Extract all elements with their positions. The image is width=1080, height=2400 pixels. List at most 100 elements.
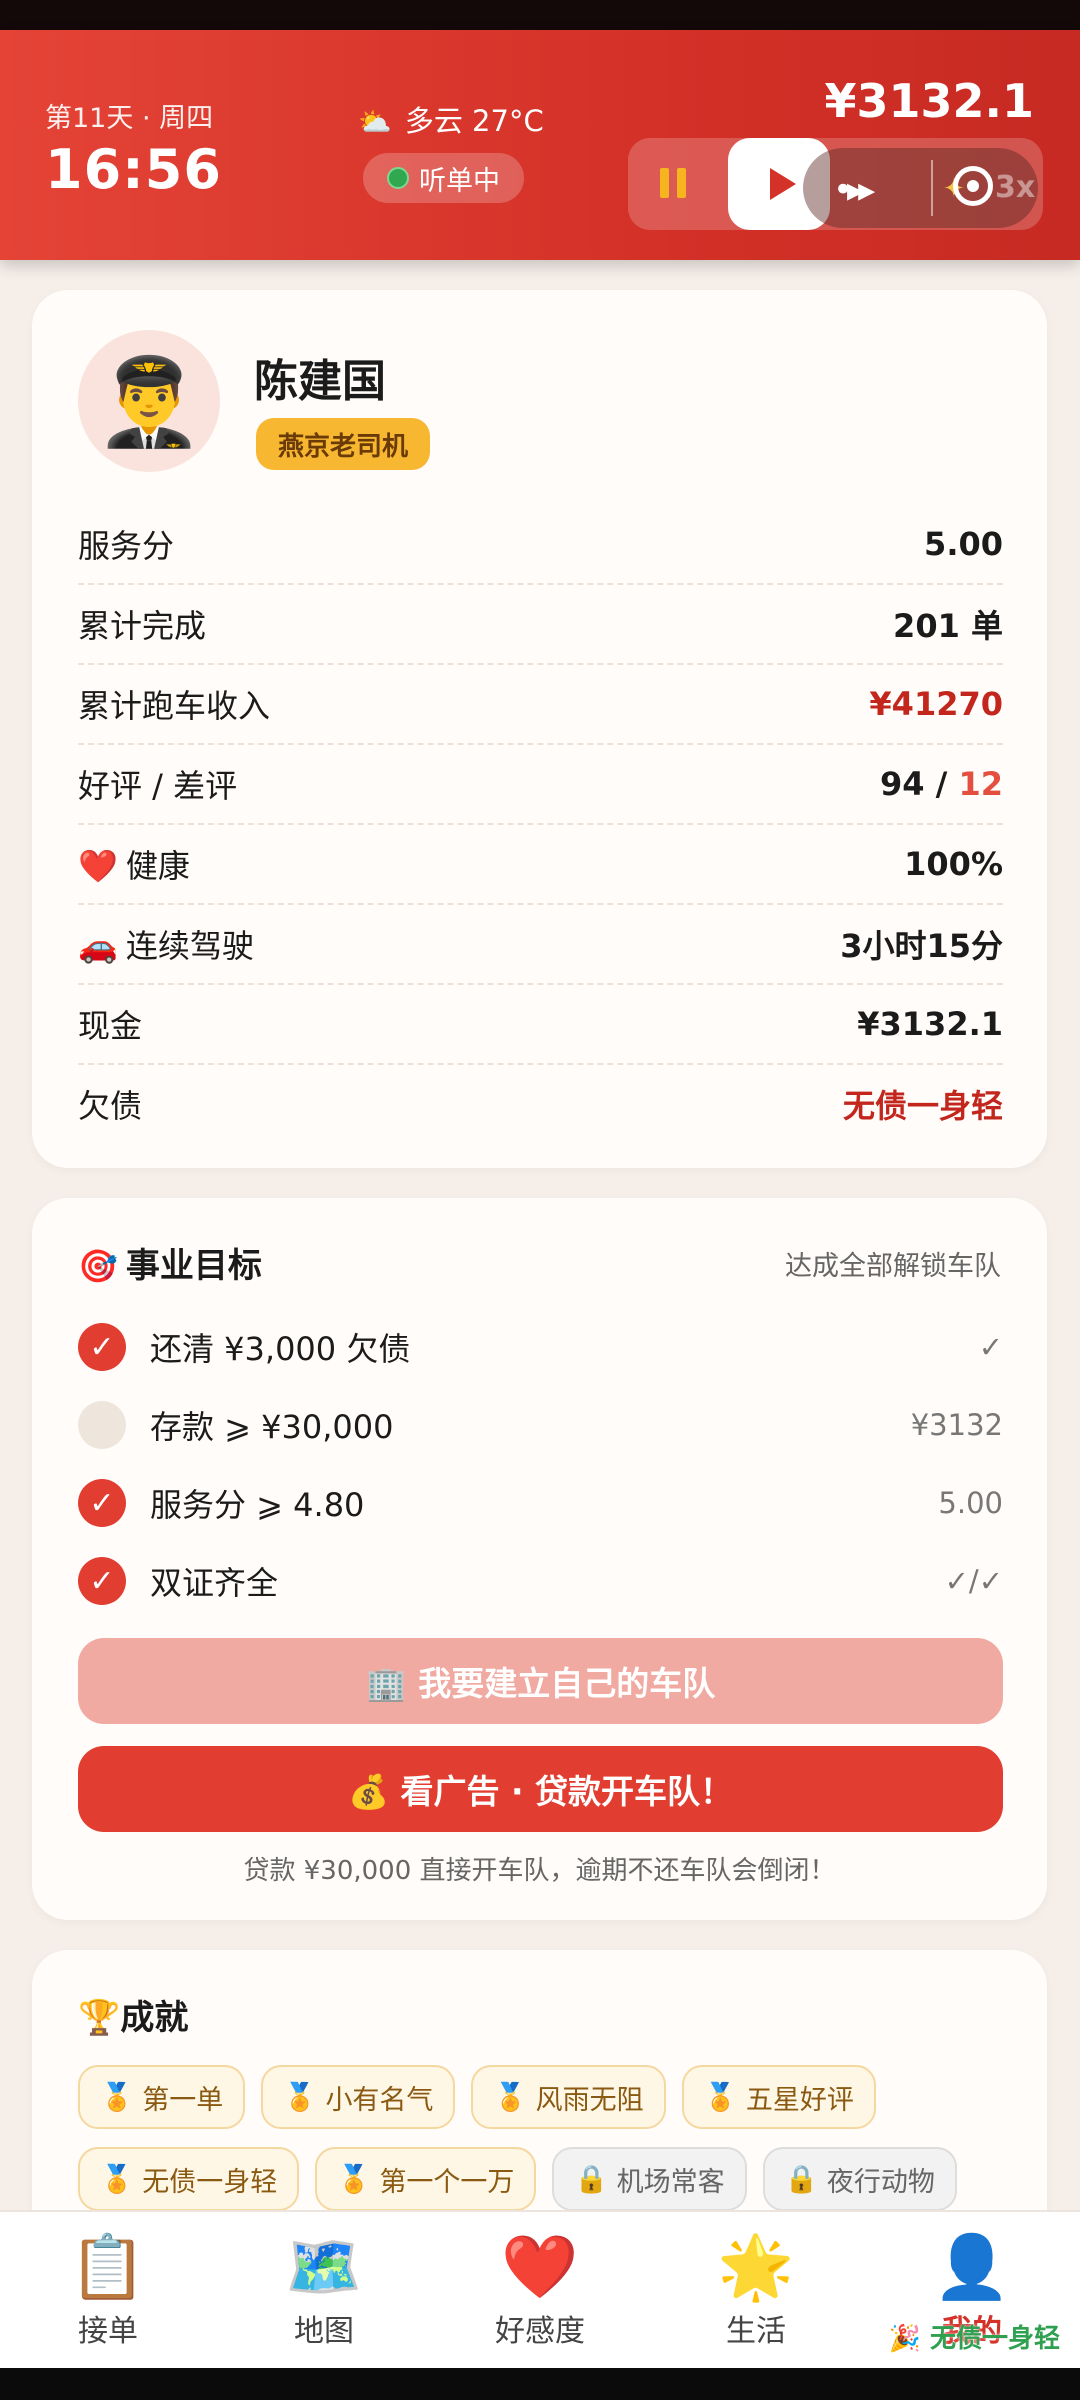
goal-item: ✓ 服务分 ⩾ 4.80 5.00 — [78, 1464, 1003, 1542]
medal-icon: 🏅 — [337, 2164, 371, 2195]
goal-item: 存款 ⩾ ¥30,000 ¥3132 — [78, 1386, 1003, 1464]
weather-icon: ⛅ — [358, 107, 392, 138]
medal-icon: 🏅 — [493, 2082, 528, 2113]
goal-label: 存款 ⩾ ¥30,000 — [150, 1408, 394, 1446]
badge[interactable]: 🏅 风雨无阻 — [471, 2065, 666, 2129]
goals-hint: 达成全部解锁车队 — [785, 1251, 1001, 1282]
play-icon — [770, 168, 796, 200]
tab-label: 生活 — [726, 2314, 786, 2349]
pause-button[interactable] — [650, 160, 696, 206]
weather: ⛅ 多云 27°C — [358, 98, 544, 140]
badge-locked[interactable]: 🔒 机场常客 — [552, 2147, 747, 2211]
map-icon: 🗺️ — [285, 2230, 363, 2303]
tab-affinity[interactable]: ❤️ 好感度 — [432, 2212, 648, 2370]
badge[interactable]: 🏅 小有名气 — [261, 2065, 456, 2129]
goal-value: ✓ — [978, 1330, 1003, 1364]
day-label: 第11天 · 周四 — [45, 103, 214, 134]
pause-icon — [660, 168, 669, 198]
stat-label: 欠债 — [78, 1087, 143, 1125]
stat-service-score: 服务分 5.00 — [78, 505, 1003, 585]
career-goals-card: 🎯 事业目标 达成全部解锁车队 ✓ 还清 ¥3,000 欠债 ✓ 存款 ⩾ ¥30… — [32, 1198, 1047, 1920]
stat-cash: 现金 ¥3132.1 — [78, 985, 1003, 1065]
stat-label: 连续驾驶 — [125, 927, 254, 965]
trophy-icon: 🏆 — [78, 1998, 121, 2038]
cash-display: ¥3132.1 — [824, 74, 1034, 128]
weather-label: 多云 27°C — [404, 104, 544, 138]
stat-label: 健康 — [125, 847, 190, 885]
badge[interactable]: 🏅 第一个一万 — [315, 2147, 537, 2211]
stat-label: 现金 — [78, 1007, 143, 1045]
fast-forward-icon: •▸▸ — [833, 170, 875, 210]
heart-icon: ❤️ — [501, 2230, 579, 2303]
badge[interactable]: 🏅 无债一身轻 — [78, 2147, 300, 2211]
stat-health: ❤️ 健康 100% — [78, 825, 1003, 905]
target-icon: 🎯 — [78, 1247, 118, 1285]
goal-value: 5.00 — [938, 1486, 1003, 1520]
goal-label: 双证齐全 — [150, 1564, 279, 1602]
loan-fleet-button[interactable]: 💰 看广告 · 贷款开车队！ — [78, 1746, 1003, 1832]
goals-list: ✓ 还清 ¥3,000 欠债 ✓ 存款 ⩾ ¥30,000 ¥3132 ✓ 服务… — [78, 1308, 1003, 1620]
lock-icon: 🔒 — [574, 2164, 609, 2195]
medal-icon: 🏅 — [283, 2082, 317, 2113]
loan-note: 贷款 ¥30,000 直接开车队，逾期不还车队会倒闭！ — [243, 1856, 836, 1886]
top-header: 第11天 · 周四 16:56 ⛅ 多云 27°C 听单中 ¥3132.1 •▸… — [0, 30, 1080, 260]
unchecked-icon — [78, 1401, 126, 1449]
stat-label: 累计完成 — [78, 607, 207, 645]
star-icon: 🌟 — [717, 2230, 795, 2303]
achievement-toast: 🎉 无债一身轻 — [888, 2324, 1060, 2354]
stat-label: 好评 / 差评 — [78, 767, 238, 805]
avatar: 👨‍✈️ — [78, 330, 220, 472]
badge-locked[interactable]: 🔒 夜行动物 — [762, 2147, 957, 2211]
profile-card: 👨‍✈️ 陈建国 燕京老司机 服务分 5.00 累计完成 201 单 累计跑车收… — [32, 290, 1047, 1168]
stat-reviews: 好评 / 差评 94 / 12 — [78, 745, 1003, 825]
clipboard-icon: 📋 — [69, 2230, 147, 2303]
badge[interactable]: 🏅 五星好评 — [681, 2065, 876, 2129]
stat-debt: 欠债 无债一身轻 — [78, 1065, 1003, 1143]
goal-label: 服务分 ⩾ 4.80 — [150, 1486, 365, 1524]
green-dot-icon — [387, 167, 409, 189]
build-fleet-button[interactable]: 🏢 我要建立自己的车队 — [78, 1638, 1003, 1724]
stat-total-income: 累计跑车收入 ¥41270 — [78, 665, 1003, 745]
check-icon: ✓ — [78, 1479, 126, 1527]
tab-orders[interactable]: 📋 接单 — [0, 2212, 216, 2370]
system-nav-bar — [0, 2368, 1080, 2400]
listen-status-label: 听单中 — [419, 165, 500, 197]
tab-label: 接单 — [78, 2314, 138, 2349]
stats-list: 服务分 5.00 累计完成 201 单 累计跑车收入 ¥41270 好评 / 差… — [78, 505, 1003, 1143]
good-review-count: 94 — [879, 765, 925, 803]
medal-icon: 🏅 — [703, 2082, 738, 2113]
speed-pill[interactable]: •▸▸ ✦ 3x — [803, 148, 1038, 228]
stat-continuous-driving: 🚗 连续驾驶 3小时15分 — [78, 905, 1003, 985]
user-icon: 👤 — [933, 2230, 1011, 2303]
stat-value: ¥3132.1 — [857, 1005, 1003, 1043]
achievements-title: 🏆成就 — [78, 1998, 189, 2038]
tab-map[interactable]: 🗺️ 地图 — [216, 2212, 432, 2370]
tab-label: 好感度 — [495, 2314, 585, 2349]
stat-label: 服务分 — [78, 527, 175, 565]
driver-name: 陈建国 — [254, 356, 386, 407]
stat-value: 3小时15分 — [840, 927, 1003, 965]
stat-value: ¥41270 — [869, 685, 1003, 723]
driver-title-badge: 燕京老司机 — [256, 418, 431, 470]
clock: 16:56 — [45, 138, 222, 201]
goal-value: ¥3132 — [910, 1408, 1003, 1442]
speed-controls: •▸▸ ✦ 3x — [628, 138, 1043, 230]
tab-label: 地图 — [294, 2314, 354, 2349]
goal-value: ✓/✓ — [944, 1564, 1003, 1598]
stat-value: 94 / 12 — [879, 765, 1003, 803]
badge-list: 🏅 第一单 🏅 小有名气 🏅 风雨无阻 🏅 五星好评 🏅 无债一身轻 🏅 第一个… — [78, 2065, 1038, 2211]
check-icon: ✓ — [78, 1323, 126, 1371]
heart-icon: ❤️ — [78, 847, 118, 885]
badge[interactable]: 🏅 第一单 — [78, 2065, 246, 2129]
check-icon: ✓ — [78, 1557, 126, 1605]
speed-label: 3x — [995, 170, 1036, 205]
stat-label: 累计跑车收入 — [78, 687, 271, 725]
status-bar — [0, 0, 1080, 30]
stat-value: 100% — [904, 845, 1003, 883]
car-icon: 🚗 — [78, 927, 118, 965]
bad-review-count: 12 — [958, 765, 1003, 803]
tab-life[interactable]: 🌟 生活 — [648, 2212, 864, 2370]
stat-total-orders: 累计完成 201 单 — [78, 585, 1003, 665]
stat-value: 5.00 — [924, 525, 1003, 563]
listen-status-pill[interactable]: 听单中 — [363, 153, 524, 203]
